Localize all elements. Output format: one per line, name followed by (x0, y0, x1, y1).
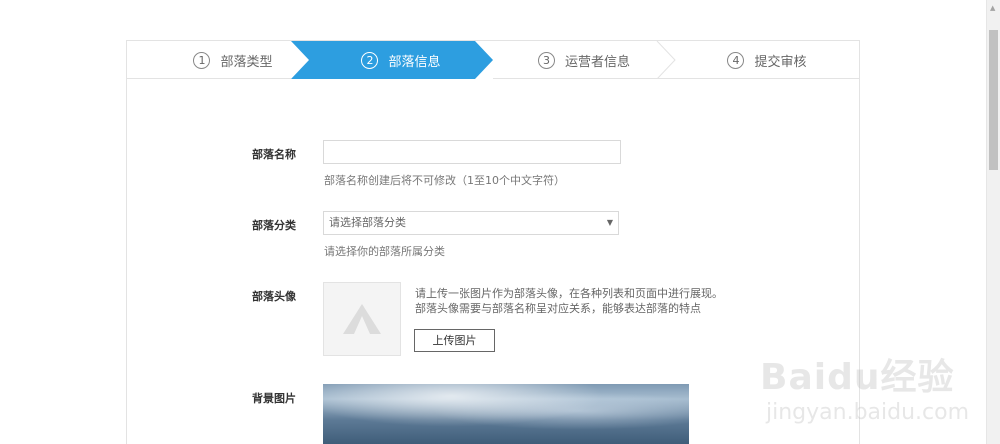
category-label: 部落分类 (252, 219, 296, 232)
tribe-name-input[interactable] (323, 140, 621, 164)
avatar-desc-line-1: 请上传一张图片作为部落头像，在各种列表和页面中进行展现。 (415, 287, 723, 300)
step-4: 4 提交审核 (675, 41, 859, 79)
watermark-site: jingyan.baidu.com (766, 400, 970, 425)
background-image-preview[interactable] (323, 384, 689, 444)
name-hint: 部落名称创建后将不可修改（1至10个中文字符） (324, 174, 565, 187)
avatar-label: 部落头像 (252, 290, 296, 303)
avatar-desc-line-2: 部落头像需要与部落名称呈对应关系，能够表达部落的特点 (415, 302, 701, 315)
step-label: 运营者信息 (564, 54, 630, 70)
scroll-up-arrow-icon[interactable]: ▲ (990, 4, 995, 12)
vertical-scrollbar[interactable]: ▲ (986, 0, 1000, 444)
category-select[interactable]: 请选择部落分类 ▼ (323, 211, 619, 235)
name-label: 部落名称 (252, 148, 296, 161)
tent-placeholder-icon (343, 304, 381, 334)
step-number: 3 (537, 51, 555, 69)
step-progress-bar: 1 部落类型 2 部落信息 3 运营者信息 4 提交审核 (127, 41, 859, 79)
sky-cloud-image (323, 384, 689, 444)
upload-image-button[interactable]: 上传图片 (414, 329, 495, 352)
step-number: 1 (193, 51, 211, 69)
step-2: 2 部落信息 (309, 41, 493, 79)
step-label: 部落类型 (220, 54, 273, 70)
step-1: 1 部落类型 (127, 41, 339, 79)
background-label: 背景图片 (252, 392, 296, 405)
dropdown-arrow-icon: ▼ (606, 218, 613, 227)
watermark-brand: Baidu经验 (760, 357, 955, 398)
scrollbar-thumb[interactable] (989, 30, 998, 170)
category-selected-value: 请选择部落分类 (329, 216, 406, 229)
step-label: 提交审核 (754, 54, 807, 70)
baidu-jingyan-watermark: Baidu经验 jingyan.baidu.com (760, 330, 980, 430)
step-number: 4 (727, 51, 745, 69)
avatar-placeholder[interactable] (323, 282, 401, 356)
step-3: 3 运营者信息 (493, 41, 675, 79)
step-number: 2 (361, 51, 379, 69)
step-label: 部落信息 (388, 54, 441, 70)
category-hint: 请选择你的部落所属分类 (324, 245, 445, 258)
